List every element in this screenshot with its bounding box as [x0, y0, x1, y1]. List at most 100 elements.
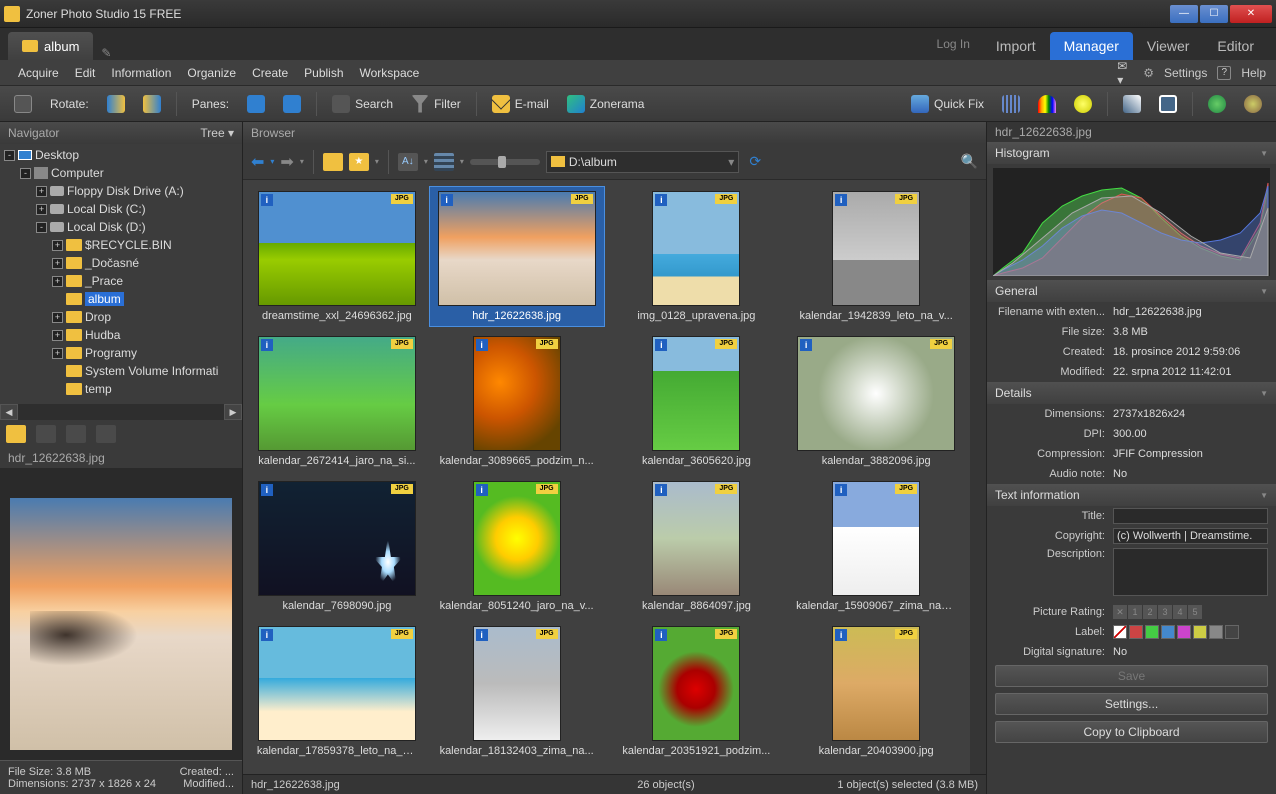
pane-nav-button[interactable]	[241, 90, 271, 118]
zonerama-button[interactable]: Zonerama	[561, 90, 651, 118]
expand-icon[interactable]: +	[52, 312, 63, 323]
nav-calendar-button[interactable]	[36, 425, 56, 443]
levels-button[interactable]	[996, 90, 1026, 118]
label-swatch[interactable]	[1193, 625, 1207, 639]
tab-import[interactable]: Import	[982, 32, 1050, 60]
tree-node[interactable]: +Drop	[0, 308, 242, 326]
new-tab-icon[interactable]: ✎	[101, 46, 111, 60]
preview-pane[interactable]	[0, 468, 242, 760]
label-swatch[interactable]	[1129, 625, 1143, 639]
description-input[interactable]	[1113, 548, 1268, 596]
web-button[interactable]	[1202, 90, 1232, 118]
rotate-right-button[interactable]	[137, 90, 167, 118]
menu-workspace[interactable]: Workspace	[352, 66, 428, 80]
menu-help[interactable]: Help	[1241, 66, 1266, 80]
folder-tree[interactable]: -Desktop-Computer+Floppy Disk Drive (A:)…	[0, 144, 242, 404]
tree-node[interactable]: +Floppy Disk Drive (A:)	[0, 182, 242, 200]
minimize-button[interactable]: —	[1170, 5, 1198, 23]
tree-hscrollbar[interactable]: ◀▶	[0, 404, 242, 420]
filter-button[interactable]: Filter	[405, 90, 467, 118]
copy-clipboard-button[interactable]: Copy to Clipboard	[995, 721, 1268, 743]
thumbnail-grid[interactable]: iJPGdreamstime_xxl_24696362.jpgiJPGhdr_1…	[243, 180, 970, 774]
thumbnail[interactable]: iJPGkalendar_8051240_jaro_na_v...	[429, 476, 605, 617]
nav-folders-button[interactable]	[6, 425, 26, 443]
quickfix-button[interactable]: Quick Fix	[905, 90, 990, 118]
thumbnail[interactable]: iJPGkalendar_7698090.jpg	[249, 476, 425, 617]
tree-node[interactable]: +Programy	[0, 344, 242, 362]
section-details[interactable]: Details▼	[987, 382, 1276, 404]
path-dropdown[interactable]: ▾	[728, 155, 734, 169]
thumb-size-slider[interactable]	[470, 159, 540, 165]
expand-icon[interactable]: +	[52, 258, 63, 269]
settings-button[interactable]: Settings...	[995, 693, 1268, 715]
expand-icon[interactable]: +	[52, 330, 63, 341]
tree-node[interactable]: +$RECYCLE.BIN	[0, 236, 242, 254]
help-icon[interactable]: ?	[1217, 66, 1231, 80]
sort-button[interactable]: A↓	[398, 153, 418, 171]
rating-picker[interactable]: ✕12345	[1113, 605, 1268, 619]
menu-settings[interactable]: Settings	[1164, 66, 1207, 80]
expand-icon[interactable]: -	[36, 222, 47, 233]
thumbnail[interactable]: iJPGdreamstime_xxl_24696362.jpg	[249, 186, 425, 327]
maximize-button[interactable]: ☐	[1200, 5, 1228, 23]
up-folder-button[interactable]	[323, 153, 343, 171]
thumbnail[interactable]: iJPGkalendar_3882096.jpg	[788, 331, 964, 472]
label-swatch[interactable]	[1225, 625, 1239, 639]
search-button[interactable]: Search	[326, 90, 399, 118]
section-general[interactable]: General▼	[987, 280, 1276, 302]
section-textinfo[interactable]: Text information▼	[987, 484, 1276, 506]
expand-icon[interactable]	[52, 366, 63, 377]
title-input[interactable]	[1113, 508, 1268, 524]
thumbnail[interactable]: iJPGkalendar_3605620.jpg	[609, 331, 785, 472]
thumbnail[interactable]: iJPGkalendar_15909067_zima_na_...	[788, 476, 964, 617]
path-input[interactable]	[569, 155, 724, 169]
thumbnail[interactable]: iJPGkalendar_1942839_leto_na_v...	[788, 186, 964, 327]
expand-icon[interactable]: +	[36, 186, 47, 197]
exposure-button[interactable]	[1068, 90, 1098, 118]
tree-node[interactable]: +_Dočasné	[0, 254, 242, 272]
expand-icon[interactable]: +	[52, 348, 63, 359]
thumbnail[interactable]: iJPGkalendar_20403900.jpg	[788, 621, 964, 762]
favorites-button[interactable]	[349, 153, 369, 171]
nav-albums-button[interactable]	[96, 425, 116, 443]
tree-node[interactable]: temp	[0, 380, 242, 398]
rotate-left-button[interactable]	[101, 90, 131, 118]
sharpen-button[interactable]	[1117, 90, 1147, 118]
search-icon[interactable]: 🔍	[961, 153, 978, 170]
label-swatch[interactable]	[1113, 625, 1127, 639]
tree-node[interactable]: +Local Disk (C:)	[0, 200, 242, 218]
pane-preview-button[interactable]	[277, 90, 307, 118]
resize-button[interactable]	[1153, 90, 1183, 118]
view-mode-button[interactable]	[434, 153, 454, 171]
tab-viewer[interactable]: Viewer	[1133, 32, 1204, 60]
menu-organize[interactable]: Organize	[179, 66, 244, 80]
close-button[interactable]: ✕	[1230, 5, 1272, 23]
thumbnail[interactable]: iJPGkalendar_17859378_leto_na_s...	[249, 621, 425, 762]
tree-node[interactable]: +_Prace	[0, 272, 242, 290]
expand-icon[interactable]: +	[52, 240, 63, 251]
label-picker[interactable]	[1113, 625, 1268, 639]
expand-icon[interactable]: +	[52, 276, 63, 287]
thumbnail[interactable]: iJPGkalendar_2672414_jaro_na_si...	[249, 331, 425, 472]
save-button[interactable]: Save	[995, 665, 1268, 687]
menu-publish[interactable]: Publish	[296, 66, 351, 80]
navigator-mode-dropdown[interactable]: Tree ▾	[200, 126, 234, 140]
publish-button[interactable]	[1238, 90, 1268, 118]
tree-node[interactable]: -Desktop	[0, 146, 242, 164]
file-tab[interactable]: album	[8, 32, 93, 60]
path-box[interactable]: ▾	[546, 151, 739, 173]
menu-acquire[interactable]: Acquire	[10, 66, 67, 80]
mail-dropdown-icon[interactable]: ✉▾	[1117, 65, 1133, 81]
acquire-button[interactable]	[8, 90, 38, 118]
gear-icon[interactable]: ⚙	[1143, 66, 1154, 80]
expand-icon[interactable]: -	[4, 150, 15, 161]
label-swatch[interactable]	[1209, 625, 1223, 639]
tab-editor[interactable]: Editor	[1203, 32, 1268, 60]
tab-manager[interactable]: Manager	[1050, 32, 1133, 60]
expand-icon[interactable]	[52, 294, 63, 305]
expand-icon[interactable]: +	[36, 204, 47, 215]
thumbnail[interactable]: iJPGkalendar_18132403_zima_na...	[429, 621, 605, 762]
tree-node[interactable]: album	[0, 290, 242, 308]
expand-icon[interactable]	[52, 384, 63, 395]
thumbnail[interactable]: iJPGhdr_12622638.jpg	[429, 186, 605, 327]
